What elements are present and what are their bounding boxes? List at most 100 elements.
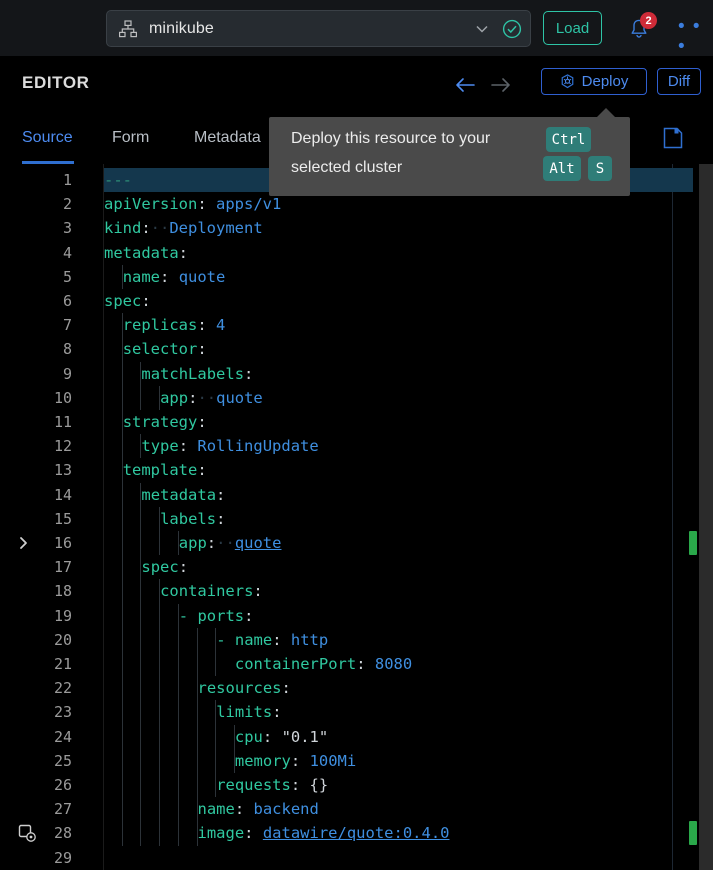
code-token: : — [197, 461, 207, 480]
tab-metadata[interactable]: Metadata — [194, 112, 277, 164]
line-number: 27 — [53, 800, 72, 819]
cluster-name-label: minikube — [149, 19, 214, 37]
code-token: selector — [122, 340, 198, 359]
code-token: "0.1" — [281, 727, 329, 746]
cluster-hierarchy-icon — [119, 19, 138, 38]
line-number: 20 — [53, 630, 72, 649]
code-token: spec — [104, 292, 142, 310]
code-line[interactable]: 19 - ports: — [0, 603, 713, 628]
load-button[interactable]: Load — [543, 11, 602, 45]
arrow-right-icon[interactable] — [490, 75, 512, 95]
code-line[interactable]: 26 requests: {} — [0, 773, 713, 798]
tooltip-line-1: Deploy this resource to your — [291, 130, 491, 147]
code-token: name — [197, 800, 235, 819]
code-text: kind:··Deployment — [104, 216, 263, 240]
code-line[interactable]: 25 memory: 100Mi — [0, 748, 713, 773]
code-token: : — [244, 364, 254, 383]
indent-guide — [121, 555, 123, 580]
code-line[interactable]: 17 spec: — [0, 555, 713, 580]
code-line[interactable]: 21 containerPort: 8080 — [0, 652, 713, 677]
code-line[interactable]: 14 metadata: — [0, 482, 713, 507]
code-line[interactable]: 9 matchLabels: — [0, 361, 713, 386]
code-line[interactable]: 12 type: RollingUpdate — [0, 434, 713, 459]
line-number: 9 — [62, 364, 72, 383]
code-text: requests: {} — [216, 773, 328, 797]
code-line[interactable]: 18 containers: — [0, 579, 713, 604]
code-line[interactable]: 5 name: quote — [0, 264, 713, 289]
line-number: 11 — [53, 413, 72, 431]
indent-guide — [121, 724, 123, 749]
indent-guide — [215, 748, 217, 773]
code-token: name — [234, 630, 273, 649]
code-token: quote — [178, 267, 226, 286]
code-line[interactable]: 15 labels: — [0, 506, 713, 531]
code-line[interactable]: 23 limits: — [0, 700, 713, 725]
deploy-button[interactable]: Deploy — [541, 68, 647, 95]
code-line[interactable]: 10 app:··quote — [0, 385, 713, 410]
tab-source[interactable]: Source — [22, 112, 74, 164]
code-line[interactable]: 11 strategy: — [0, 410, 713, 435]
code-token: - — [178, 606, 198, 625]
code-line[interactable]: 29 — [0, 846, 713, 870]
indent-guide — [121, 773, 123, 798]
indent-guide — [159, 531, 161, 556]
code-link[interactable]: quote — [235, 534, 282, 552]
code-token: image — [197, 824, 245, 843]
line-number: 1 — [62, 171, 72, 189]
line-number: 22 — [53, 679, 72, 698]
code-line[interactable]: 3 kind:··Deployment — [0, 216, 713, 240]
arrow-left-icon[interactable] — [454, 75, 476, 95]
more-options-button[interactable]: • • • — [678, 17, 704, 57]
indent-guide — [140, 748, 142, 773]
code-line[interactable]: 24 cpu: "0.1" — [0, 724, 713, 749]
indent-guide — [177, 748, 179, 773]
yaml-source-editor[interactable]: 1 --- 2 apiVersion: apps/v1 3 kind:··Deployme… — [0, 164, 713, 870]
diff-button[interactable]: Diff — [657, 68, 701, 95]
code-token: : — [356, 655, 375, 673]
code-token: metadata — [104, 243, 179, 262]
code-token: limits — [216, 703, 273, 722]
code-link[interactable]: datawire/quote:0.4.0 — [263, 824, 450, 842]
indent-guide — [196, 724, 198, 749]
indent-guide — [177, 652, 179, 677]
indent-guide — [159, 797, 161, 822]
save-floppy-icon[interactable] — [663, 127, 683, 149]
code-token: : — [290, 751, 310, 770]
code-text: replicas: 4 — [123, 313, 226, 337]
code-token: cpu — [234, 727, 263, 746]
code-line[interactable]: 6 spec: — [0, 289, 713, 313]
code-text: --- — [104, 168, 132, 192]
indent-guide — [140, 700, 142, 725]
line-number: 5 — [62, 267, 72, 286]
code-line[interactable]: 22 resources: — [0, 676, 713, 701]
indent-guide — [177, 797, 179, 822]
minimap-marker[interactable] — [689, 531, 697, 555]
code-line[interactable]: 28 image: datawire/quote:0.4.0 — [0, 821, 713, 846]
code-token: : — [262, 727, 282, 746]
line-number: 25 — [53, 751, 72, 770]
line-number: 13 — [53, 461, 72, 480]
minimap-marker[interactable] — [689, 821, 697, 846]
code-line[interactable]: 8 selector: — [0, 337, 713, 362]
code-line[interactable]: 4 metadata: — [0, 241, 713, 265]
cluster-selector[interactable]: minikube — [106, 10, 531, 47]
indent-guide — [121, 748, 123, 773]
indent-guide — [159, 724, 161, 749]
code-token: kind — [104, 219, 142, 238]
chevron-down-icon[interactable] — [474, 21, 490, 37]
code-token: : — [216, 485, 226, 504]
line-number: 8 — [62, 340, 72, 359]
vertical-scrollbar[interactable] — [699, 164, 713, 870]
code-line[interactable]: 7 replicas: 4 — [0, 313, 713, 338]
code-line[interactable]: 20 - name: http — [0, 627, 713, 652]
indent-guide — [159, 652, 161, 677]
code-token: 4 — [216, 316, 226, 335]
notifications-button[interactable]: 2 — [628, 12, 657, 42]
code-line[interactable]: 13 template: — [0, 458, 713, 483]
line-number: 23 — [53, 703, 72, 722]
code-line[interactable]: 27 name: backend — [0, 797, 713, 822]
code-token: : — [197, 195, 216, 214]
code-token: : — [197, 316, 217, 335]
tab-form[interactable]: Form — [112, 112, 156, 164]
code-line[interactable]: 16 app:··quote — [0, 531, 713, 556]
